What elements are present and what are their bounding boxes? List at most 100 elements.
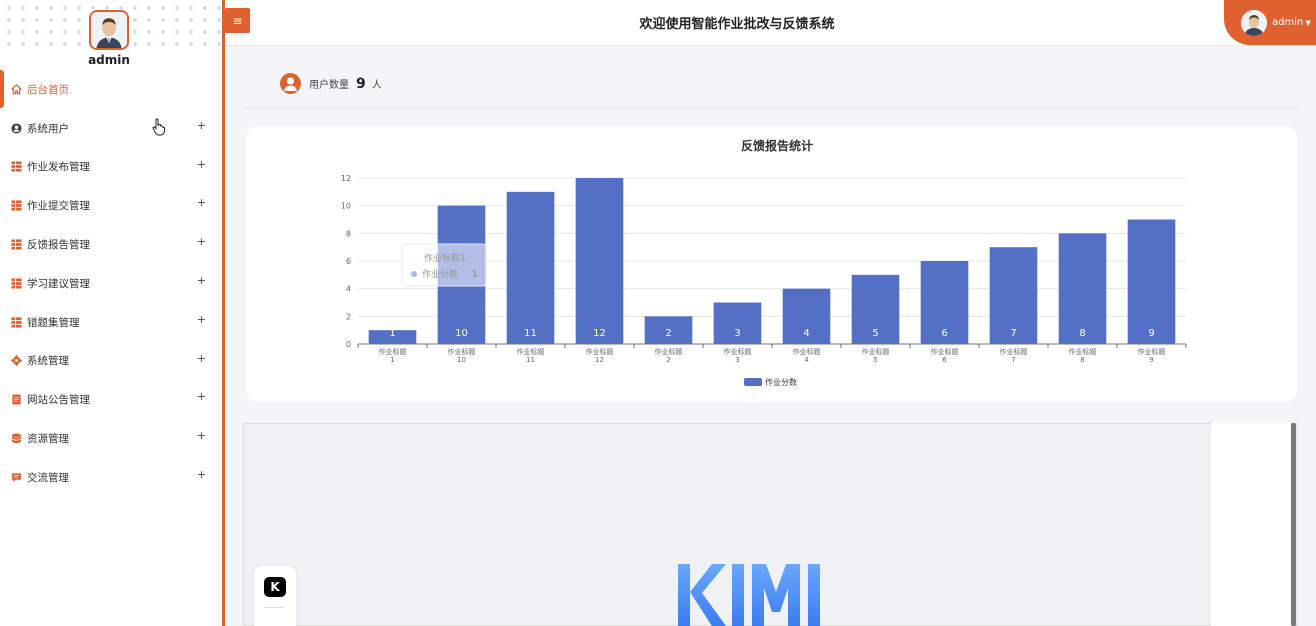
panel-scrollbar[interactable] <box>1291 423 1296 626</box>
sidebar-item-6[interactable]: 错题集管理 + <box>0 303 222 342</box>
gear-icon <box>11 355 22 367</box>
sidebar-item-10[interactable]: 交流管理 + <box>0 458 222 497</box>
x-tick-label: 7 <box>1011 356 1015 364</box>
expand-icon[interactable]: + <box>197 158 206 171</box>
user-menu-name: admin <box>1272 17 1304 28</box>
x-tick-label: 9 <box>1149 356 1153 364</box>
x-tick-label: 作业标题 <box>1069 347 1097 356</box>
chart-card: 反馈报告统计 0 2 4 6 8 10 12 1 作业标题 1 10 作业标题 10 11 作业标题 11 12 作… <box>246 126 1297 402</box>
bar-value-label: 2 <box>665 328 671 339</box>
chart-title: 反馈报告统计 <box>741 138 813 153</box>
kimi-k-icon[interactable]: K <box>264 577 286 597</box>
avatar-image <box>91 12 127 48</box>
x-tick-label: 12 <box>595 356 604 364</box>
x-tick-label: 作业标题 <box>448 347 476 356</box>
x-tick-label: 作业标题 <box>1000 347 1028 356</box>
document-icon <box>11 394 22 405</box>
x-tick-label: 作业标题 <box>793 347 821 356</box>
sidebar-item-label: 反馈报告管理 <box>27 239 90 252</box>
y-tick-label: 10 <box>341 202 351 211</box>
x-tick-label: 作业标题 <box>724 347 752 356</box>
stat-unit: 人 <box>371 80 382 91</box>
x-tick-label: 6 <box>942 356 947 364</box>
user-icon <box>280 73 301 94</box>
sidebar-divider <box>222 0 225 626</box>
bar-value-label: 5 <box>872 328 878 339</box>
bar-value-label: 1 <box>389 328 395 339</box>
sidebar-item-8[interactable]: 网站公告管理 + <box>0 380 222 419</box>
y-tick-label: 4 <box>346 285 351 294</box>
tooltip-value: 1 <box>472 270 478 280</box>
x-tick-label: 5 <box>873 356 877 364</box>
chevron-down-icon: ▼ <box>1305 18 1311 27</box>
expand-icon[interactable]: + <box>197 468 206 481</box>
y-tick-label: 0 <box>346 340 351 349</box>
widget-divider <box>264 607 284 608</box>
bar-value-label: 6 <box>941 328 947 339</box>
x-tick-label: 作业标题 <box>1138 347 1166 356</box>
bar-value-label: 12 <box>593 328 606 339</box>
user-menu-button[interactable]: admin ▼ <box>1224 0 1316 45</box>
tooltip-series: 作业分数 <box>422 268 458 280</box>
page-title: 欢迎使用智能作业批改与反馈系统 <box>639 17 835 32</box>
legend-swatch <box>744 378 762 386</box>
sidebar-item-label: 交流管理 <box>27 471 69 484</box>
sidebar-item-label: 网站公告管理 <box>27 394 90 407</box>
sidebar-item-1[interactable]: 系统用户 + <box>0 109 222 148</box>
sidebar-menu: 后台首页 系统用户 + 作业发布管理 + 作业提交管理 + 反馈报告管理 + 学习建议管理 + 错题集… <box>0 70 222 497</box>
kimi-logo <box>678 564 820 626</box>
sidebar-item-label: 作业提交管理 <box>27 200 90 213</box>
sidebar-item-label: 系统用户 <box>27 122 69 135</box>
bar <box>1127 219 1176 344</box>
message-icon <box>11 472 22 483</box>
hand-cursor-icon <box>152 118 165 136</box>
bar-value-label: 7 <box>1010 328 1016 339</box>
stat-value: 9 <box>356 75 366 92</box>
sidebar-item-4[interactable]: 反馈报告管理 + <box>0 225 222 264</box>
expand-icon[interactable]: + <box>197 235 206 248</box>
expand-icon[interactable]: + <box>197 313 206 326</box>
avatar[interactable] <box>89 10 129 50</box>
y-tick-label: 8 <box>346 229 351 238</box>
sidebar-item-2[interactable]: 作业发布管理 + <box>0 148 222 187</box>
user-circle-icon <box>11 123 22 134</box>
legend-label: 作业分数 <box>765 377 797 387</box>
x-tick-label: 2 <box>666 356 670 364</box>
grid-icon <box>11 200 22 211</box>
expand-icon[interactable]: + <box>197 429 206 442</box>
sidebar-item-0[interactable]: 后台首页 <box>0 70 222 109</box>
bar-value-label: 9 <box>1148 328 1154 339</box>
x-tick-label: 8 <box>1080 356 1084 364</box>
sidebar-item-9[interactable]: 资源管理 + <box>0 419 222 458</box>
expand-icon[interactable]: + <box>197 274 206 287</box>
expand-icon[interactable]: + <box>197 390 206 403</box>
y-tick-label: 12 <box>341 174 351 183</box>
y-tick-label: 6 <box>346 257 351 266</box>
sidebar-item-3[interactable]: 作业提交管理 + <box>0 186 222 225</box>
sidebar-item-label: 资源管理 <box>27 433 69 446</box>
expand-icon[interactable]: + <box>197 352 206 365</box>
x-tick-label: 3 <box>735 356 739 364</box>
bar-value-label: 11 <box>524 328 537 339</box>
sidebar-item-label: 作业发布管理 <box>27 161 90 174</box>
x-tick-label: 11 <box>526 356 535 364</box>
expand-icon[interactable]: + <box>197 119 206 132</box>
expand-icon[interactable]: + <box>197 196 206 209</box>
stat-label: 用户数量 <box>309 80 349 91</box>
sidebar: admin 后台首页 系统用户 + 作业发布管理 + 作业提交管理 + 反馈报告管理 + 学习建议… <box>0 0 222 626</box>
x-tick-label: 作业标题 <box>931 347 959 356</box>
grid-icon <box>11 239 22 250</box>
user-count-stat: 用户数量 9 人 <box>242 60 1298 108</box>
home-icon <box>11 84 22 95</box>
database-icon <box>11 433 22 444</box>
sidebar-item-7[interactable]: 系统管理 + <box>0 342 222 381</box>
x-tick-label: 作业标题 <box>586 347 614 356</box>
x-tick-label: 4 <box>804 356 809 364</box>
panel-right-area <box>1211 423 1291 626</box>
bar-value-label: 10 <box>455 328 468 339</box>
sidebar-item-label: 学习建议管理 <box>27 277 90 290</box>
sidebar-item-5[interactable]: 学习建议管理 + <box>0 264 222 303</box>
bar-value-label: 4 <box>803 328 809 339</box>
x-tick-label: 1 <box>390 356 394 364</box>
grid-icon <box>11 317 22 328</box>
